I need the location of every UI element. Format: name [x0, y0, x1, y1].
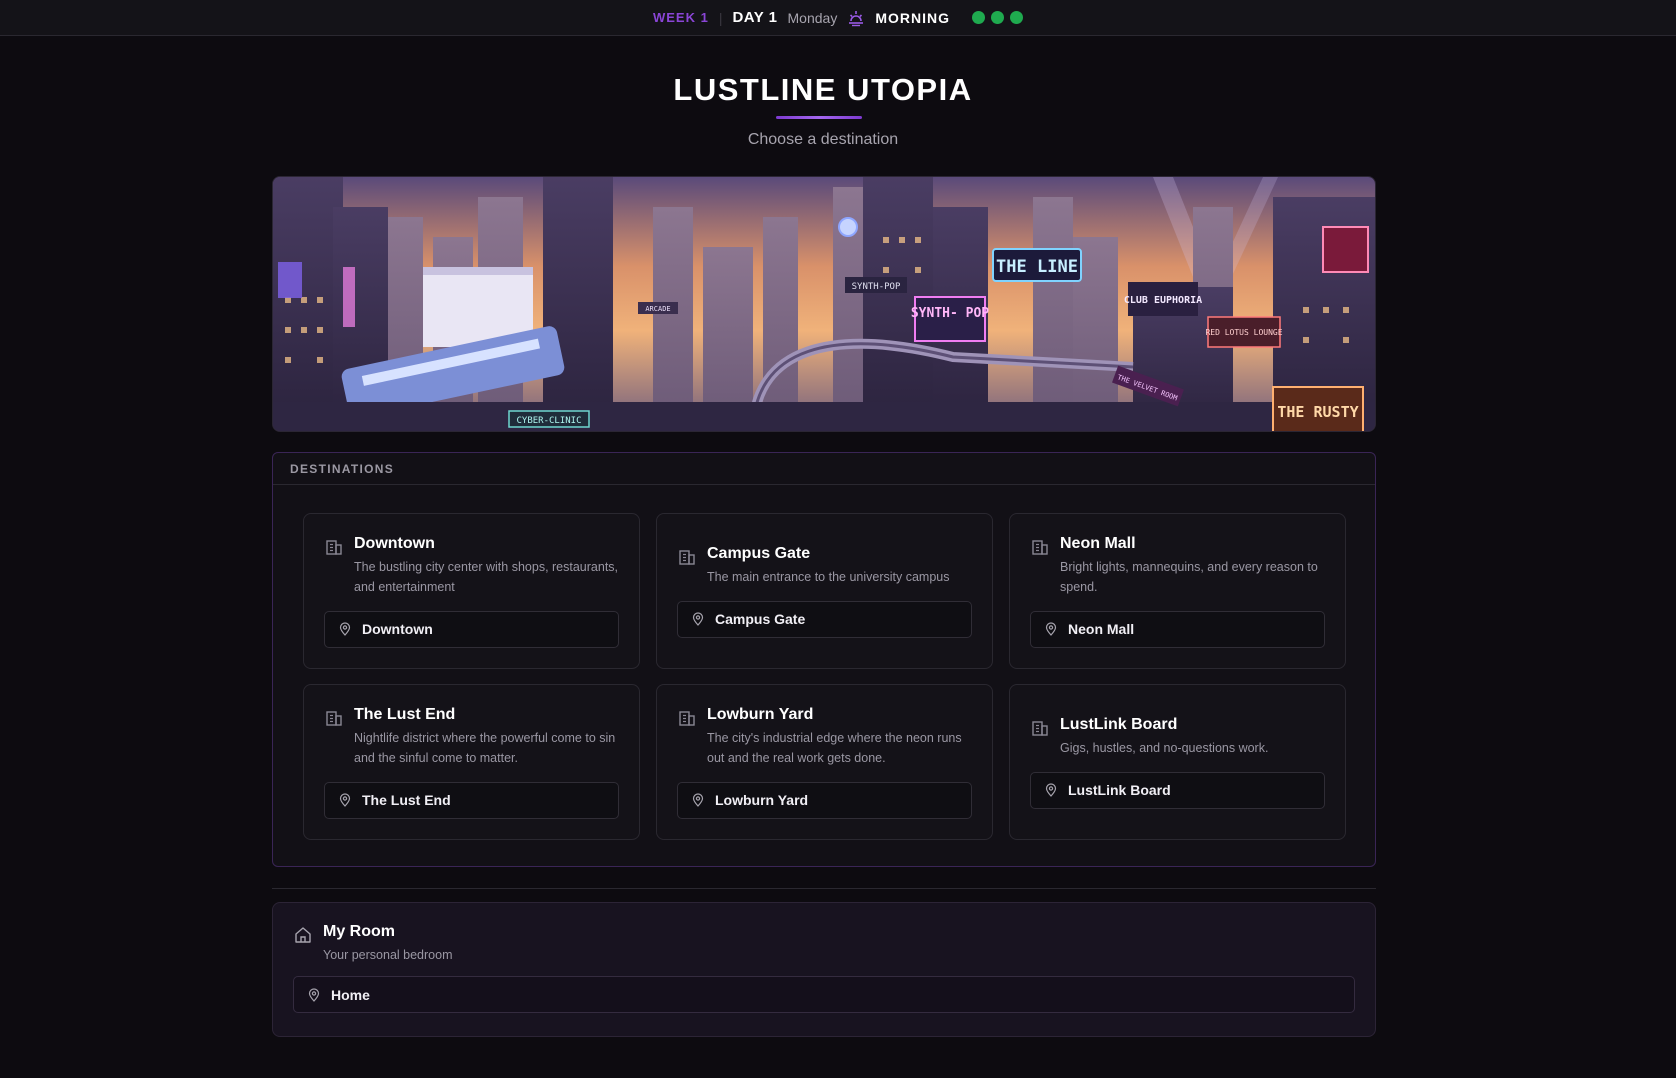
page-subtitle: Choose a destination — [747, 131, 899, 148]
destination-title: Lowburn Yard — [707, 705, 814, 723]
go-campus-gate-button[interactable]: Campus Gate — [677, 600, 972, 638]
destination-button-label: Campus Gate — [715, 611, 806, 627]
destination-card-neon-mall: Neon Mall Bright lights, mannequins, and… — [1009, 513, 1346, 669]
status-indicator-dot — [991, 11, 1004, 24]
neon-sign-red-lotus-lounge: RED LOTUS LOUNGE — [1205, 328, 1282, 337]
go-neon-mall-button[interactable]: Neon Mall — [1030, 610, 1325, 648]
sunrise-icon — [849, 10, 864, 26]
weekday-label: Monday — [787, 9, 838, 26]
city-banner-image: THE LINE SYNTH-POP SYNTH- POP CLUB EUPHO… — [272, 176, 1376, 432]
building-icon — [326, 710, 342, 726]
destination-title: Neon Mall — [1060, 534, 1136, 552]
room-button-label: Home — [331, 986, 370, 1003]
go-lustlink-board-button[interactable]: LustLink Board — [1030, 771, 1325, 809]
map-pin-icon — [692, 793, 704, 807]
status-separator: | — [718, 9, 723, 26]
home-icon — [295, 927, 311, 943]
destination-description: The bustling city center with shops, res… — [354, 559, 619, 594]
destination-button-label: The Lust End — [362, 792, 451, 808]
go-the-lust-end-button[interactable]: The Lust End — [324, 781, 619, 819]
neon-sign-club-euphoria: CLUB EUPHORIA — [1124, 295, 1202, 306]
neon-sign-cyber-clinic: CYBER-CLINIC — [516, 416, 581, 426]
destinations-grid: Downtown The bustling city center with s… — [303, 513, 1346, 840]
go-lowburn-yard-button[interactable]: Lowburn Yard — [677, 781, 972, 819]
destination-card-the-lust-end: The Lust End Nightlife district where th… — [303, 684, 640, 840]
destinations-panel: DESTINATIONS Downtown The bustling city … — [272, 452, 1376, 867]
map-pin-icon — [1045, 622, 1057, 636]
day-label: DAY 1 — [732, 9, 778, 26]
destination-description: Gigs, hustles, and no-questions work. — [1060, 740, 1269, 755]
destination-card-campus-gate: Campus Gate The main entrance to the uni… — [656, 513, 993, 669]
destination-description: The main entrance to the university camp… — [707, 569, 950, 584]
section-divider — [272, 888, 1376, 889]
map-pin-icon — [339, 793, 351, 807]
destination-button-label: Downtown — [362, 621, 433, 637]
city-skyline-illustration: THE LINE SYNTH-POP SYNTH- POP CLUB EUPHO… — [273, 177, 1375, 431]
building-icon — [326, 539, 342, 555]
destination-description: The city's industrial edge where the neo… — [707, 730, 962, 765]
map-pin-icon — [339, 622, 351, 636]
room-description: Your personal bedroom — [323, 948, 453, 962]
my-room-card: My Room Your personal bedroom Home — [272, 902, 1376, 1037]
destination-title: Campus Gate — [707, 544, 811, 562]
go-home-button[interactable]: Home — [293, 976, 1355, 1013]
building-icon — [1032, 539, 1048, 555]
building-icon — [1032, 720, 1048, 736]
neon-sign-the-line: THE LINE — [996, 257, 1078, 277]
destination-button-label: Neon Mall — [1068, 621, 1135, 637]
neon-sign-synth-pop-small: SYNTH-POP — [852, 282, 901, 292]
destination-button-label: Lowburn Yard — [715, 792, 809, 808]
go-downtown-button[interactable]: Downtown — [324, 610, 619, 648]
map-pin-icon — [1045, 783, 1057, 797]
destination-card-lustlink-board: LustLink Board Gigs, hustles, and no-que… — [1009, 684, 1346, 840]
destination-description: Nightlife district where the powerful co… — [354, 730, 616, 765]
status-bar: WEEK 1 | DAY 1 Monday MORNING — [0, 0, 1676, 36]
neon-sign-arcade: ARCADE — [645, 305, 670, 313]
destination-description: Bright lights, mannequins, and every rea… — [1060, 559, 1318, 594]
time-of-day-label: MORNING — [875, 9, 950, 26]
map-pin-icon — [308, 987, 320, 1002]
week-label: WEEK 1 — [652, 10, 709, 25]
destination-card-lowburn-yard: Lowburn Yard The city's industrial edge … — [656, 684, 993, 840]
title-underline — [776, 116, 862, 119]
destination-title: LustLink Board — [1060, 715, 1178, 733]
status-indicators — [972, 11, 1023, 24]
neon-sign-synth-pop: SYNTH- POP — [911, 306, 989, 321]
destinations-heading: DESTINATIONS — [273, 453, 1375, 485]
destination-button-label: LustLink Board — [1068, 782, 1171, 798]
page-title: LUSTLINE UTOPIA — [673, 72, 973, 107]
status-indicator-dot — [972, 11, 985, 24]
destination-title: Downtown — [354, 534, 435, 552]
building-icon — [679, 549, 695, 565]
building-icon — [679, 710, 695, 726]
room-title: My Room — [323, 923, 395, 940]
destination-card-downtown: Downtown The bustling city center with s… — [303, 513, 640, 669]
destination-title: The Lust End — [354, 705, 456, 723]
map-pin-icon — [692, 612, 704, 626]
neon-sign-the-rusty: THE RUSTY — [1277, 403, 1358, 421]
status-indicator-dot — [1010, 11, 1023, 24]
